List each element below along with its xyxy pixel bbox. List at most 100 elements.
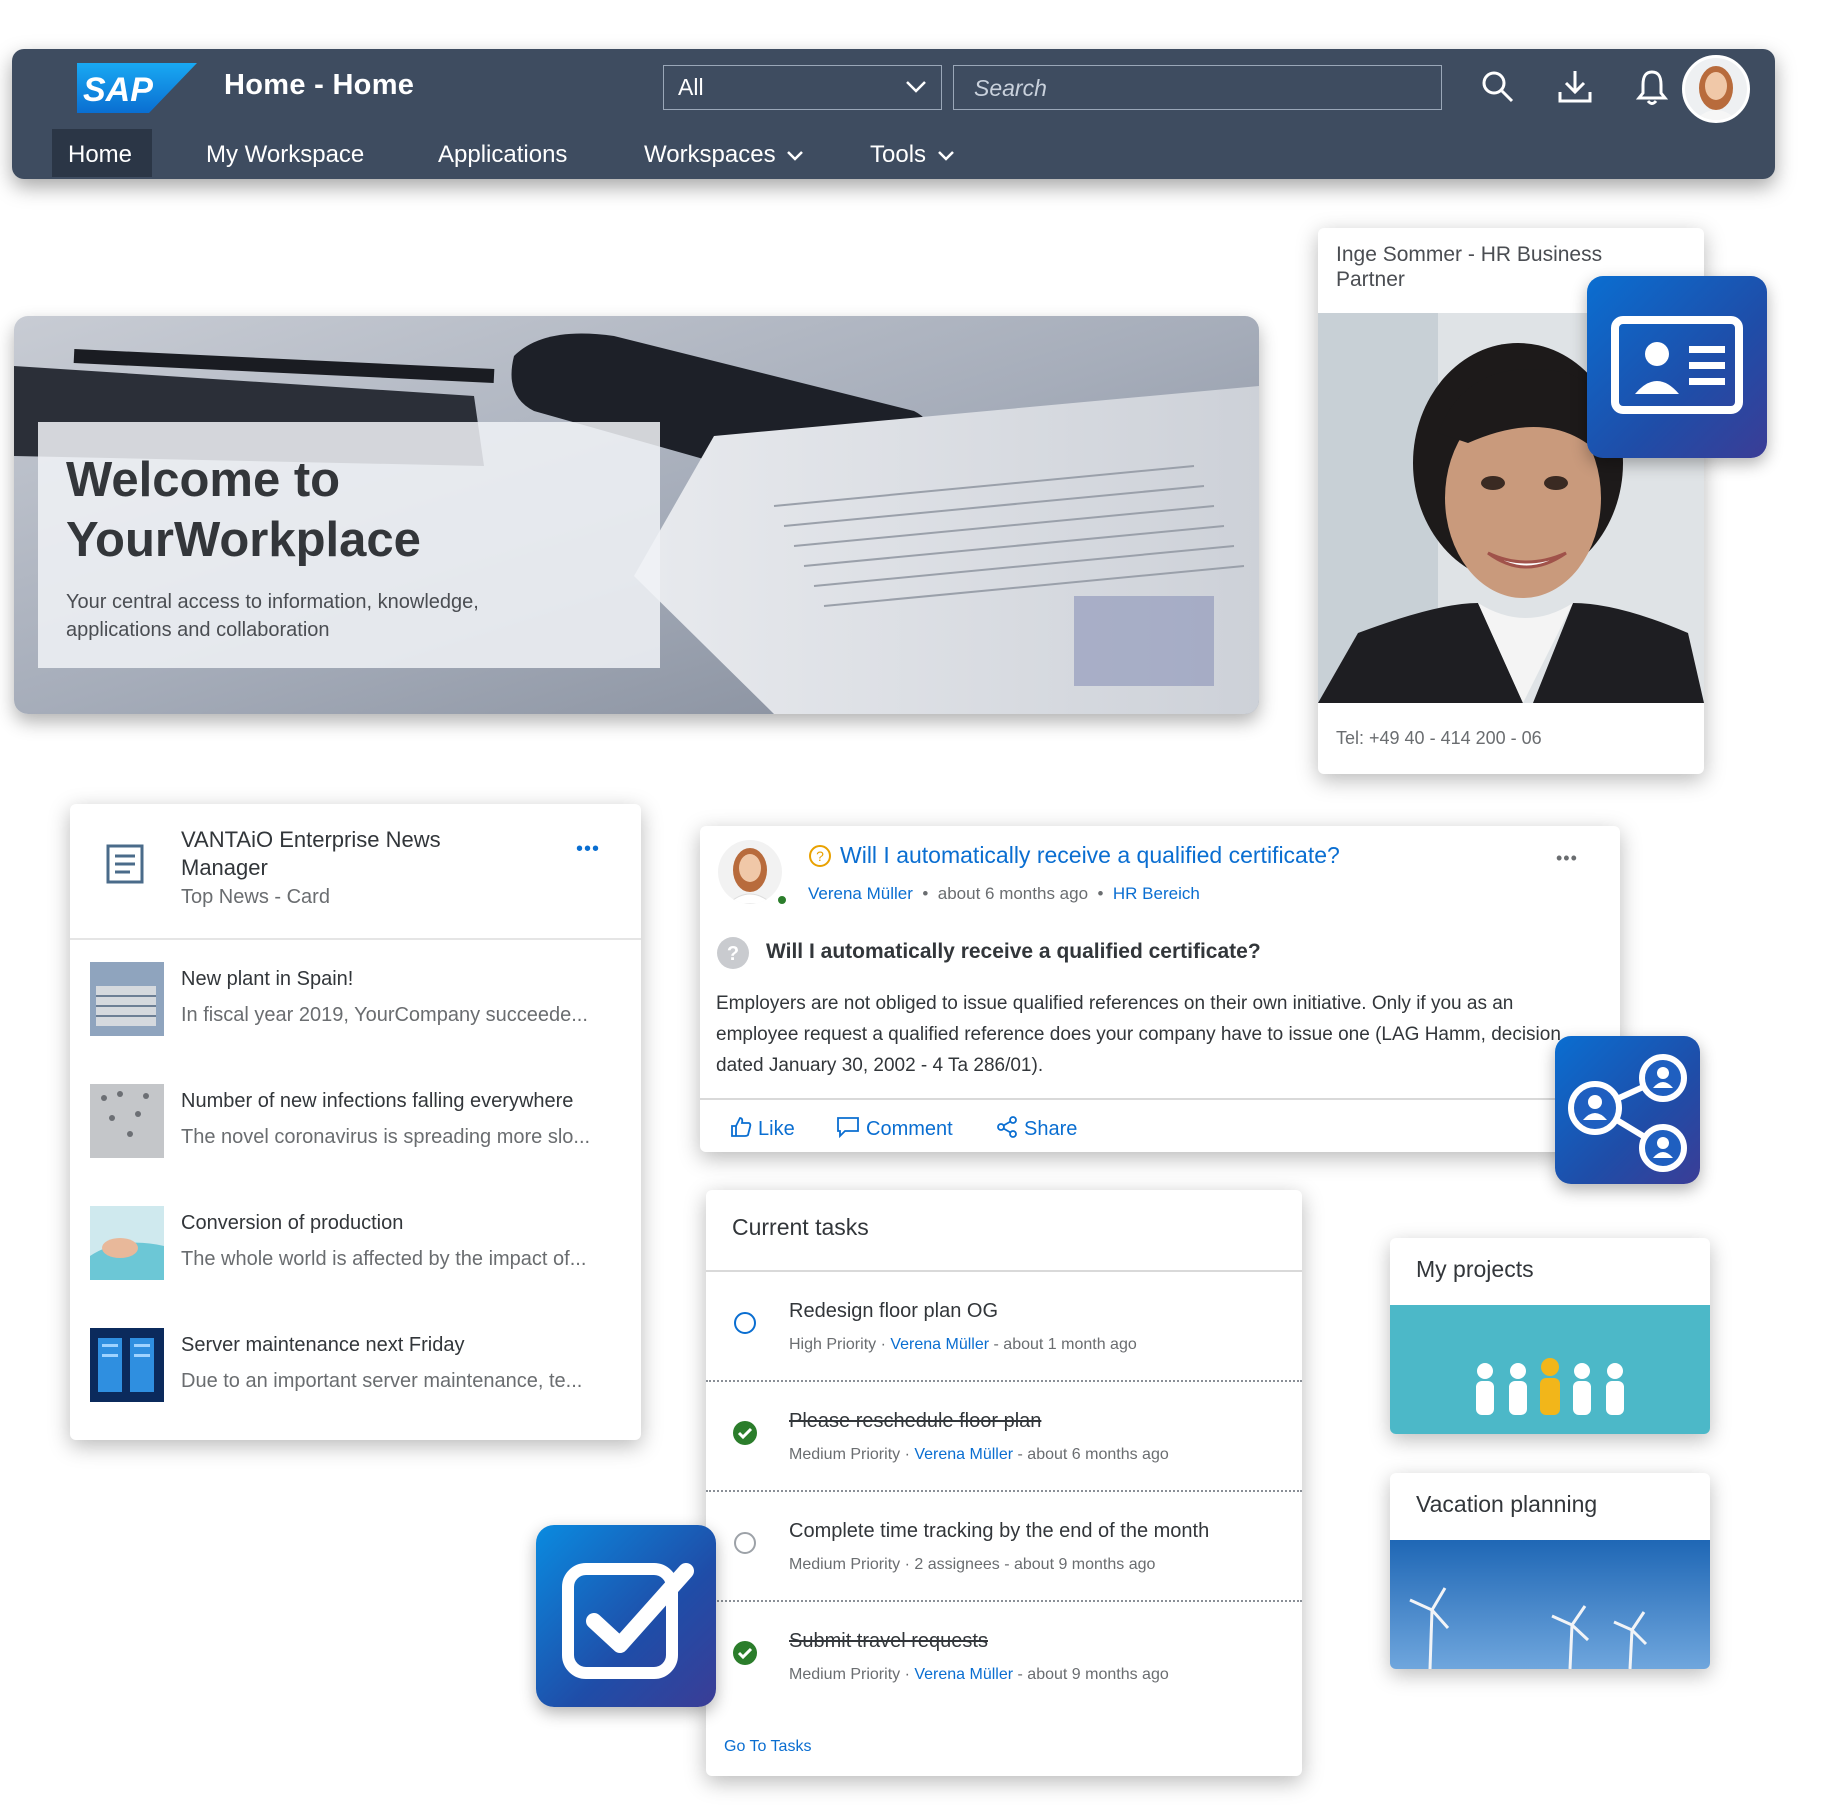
chevron-down-icon	[787, 151, 804, 161]
news-teaser: The novel coronavirus is spreading more …	[181, 1126, 591, 1148]
welcome-title: Welcome to YourWorkplace	[66, 453, 421, 567]
checkbox-icon	[536, 1525, 716, 1707]
search-scope-select[interactable]: All	[663, 65, 942, 110]
search-placeholder: Search	[974, 75, 1047, 101]
task-priority: Medium Priority	[789, 1446, 901, 1463]
projects-image	[1390, 1305, 1710, 1434]
search-scope-value: All	[678, 74, 704, 100]
share-icon	[997, 1116, 1017, 1138]
news-headline: Number of new infections falling everywh…	[181, 1090, 574, 1112]
group-link[interactable]: HR Bereich	[1113, 884, 1200, 903]
news-teaser: In fiscal year 2019, YourCompany succeed…	[181, 1004, 588, 1026]
task-item[interactable]: Please reschedule floor plan Medium Prio…	[706, 1382, 1302, 1492]
task-item[interactable]: Submit travel requests Medium Priority ·…	[706, 1602, 1302, 1712]
author-avatar[interactable]	[718, 840, 782, 904]
vacation-planning-tile[interactable]: Vacation planning	[1390, 1473, 1710, 1669]
welcome-panel: Welcome to YourWorkplace Your central ac…	[38, 422, 660, 668]
task-time: about 1 month ago	[1003, 1336, 1137, 1353]
comment-button[interactable]: Comment	[836, 1116, 953, 1141]
task-meta: High Priority · Verena Müller - about 1 …	[789, 1336, 1137, 1353]
news-item[interactable]: Number of new infections falling everywh…	[90, 1084, 630, 1184]
task-item[interactable]: Complete time tracking by the end of the…	[706, 1492, 1302, 1602]
task-time: about 9 months ago	[1013, 1556, 1156, 1573]
nav-tools-label: Tools	[870, 141, 927, 168]
divider	[70, 938, 641, 940]
task-priority: High Priority	[789, 1336, 877, 1353]
welcome-banner: Welcome to YourWorkplace Your central ac…	[14, 316, 1259, 714]
task-title: Redesign floor plan OG	[789, 1300, 999, 1322]
task-time: about 6 months ago	[1027, 1446, 1169, 1463]
task-done-check-icon[interactable]	[732, 1420, 758, 1446]
social-network-icon	[1555, 1036, 1700, 1184]
task-title: Please reschedule floor plan	[789, 1410, 1042, 1432]
share-label: Share	[1024, 1118, 1078, 1140]
more-icon[interactable]: •••	[576, 838, 600, 861]
tile-title: My projects	[1416, 1256, 1534, 1282]
news-item[interactable]: New plant in Spain! In fiscal year 2019,…	[90, 962, 630, 1062]
post-heading: Will I automatically receive a qualified…	[766, 940, 1261, 963]
question-icon: ?	[809, 845, 831, 867]
task-assignee[interactable]: Verena Müller	[890, 1336, 989, 1353]
chevron-down-icon	[906, 81, 926, 93]
author-link[interactable]: Verena Müller	[808, 884, 913, 903]
news-thumbnail	[90, 1328, 164, 1402]
news-card-title: VANTAiO Enterprise News Manager	[181, 827, 441, 880]
comment-icon	[837, 1117, 859, 1139]
nav-home[interactable]: Home	[52, 129, 152, 177]
comment-label: Comment	[866, 1118, 953, 1140]
task-priority: Medium Priority	[789, 1666, 901, 1683]
news-item[interactable]: Server maintenance next Friday Due to an…	[90, 1328, 630, 1428]
nav-workspaces[interactable]: Workspaces	[644, 129, 804, 177]
welcome-subtitle: Your central access to information, know…	[66, 591, 479, 641]
news-headline: Server maintenance next Friday	[181, 1334, 465, 1356]
task-title: Complete time tracking by the end of the…	[789, 1520, 1210, 1542]
like-button[interactable]: Like	[730, 1116, 795, 1141]
task-item[interactable]: Redesign floor plan OG High Priority · V…	[706, 1272, 1302, 1382]
tile-title: Vacation planning	[1416, 1491, 1598, 1517]
shell-header: SAP Home - Home All Search Home My Works…	[12, 49, 1775, 179]
my-projects-tile[interactable]: My projects	[1390, 1238, 1710, 1434]
news-teaser: The whole world is affected by the impac…	[181, 1248, 587, 1270]
nav-my-workspace[interactable]: My Workspace	[206, 129, 364, 177]
thumbs-up-icon	[731, 1117, 752, 1137]
chevron-down-icon	[937, 151, 954, 161]
go-to-tasks-link[interactable]: Go To Tasks	[724, 1738, 811, 1756]
tasks-card: Current tasks Redesign floor plan OG Hig…	[706, 1190, 1302, 1776]
task-meta: Medium Priority · Verena Müller - about …	[789, 1446, 1169, 1463]
post-title-link[interactable]: Will I automatically receive a qualified…	[840, 842, 1340, 869]
news-headline: Conversion of production	[181, 1212, 404, 1234]
task-meta: Medium Priority · 2 assignees - about 9 …	[789, 1556, 1156, 1573]
online-status-dot	[776, 894, 788, 906]
task-meta: Medium Priority · Verena Müller - about …	[789, 1666, 1169, 1683]
like-label: Like	[758, 1118, 795, 1140]
contact-card-icon	[1587, 276, 1767, 458]
news-teaser: Due to an important server maintenance, …	[181, 1370, 583, 1392]
shell-title: Home - Home	[224, 69, 415, 101]
news-thumbnail	[90, 1084, 164, 1158]
bell-icon[interactable]	[1632, 67, 1672, 107]
sap-logo[interactable]: SAP	[77, 63, 197, 113]
vacation-image	[1390, 1540, 1710, 1669]
contact-phone[interactable]: Tel: +49 40 - 414 200 - 06	[1336, 728, 1542, 749]
svg-text:?: ?	[727, 943, 739, 965]
share-button[interactable]: Share	[996, 1116, 1077, 1141]
task-done-check-icon[interactable]	[732, 1640, 758, 1666]
task-open-radio[interactable]	[732, 1530, 758, 1556]
nav-tools[interactable]: Tools	[870, 129, 955, 177]
news-thumbnail	[90, 962, 164, 1036]
feed-post-card: ? Will I automatically receive a qualifi…	[700, 826, 1620, 1152]
download-icon[interactable]	[1555, 67, 1595, 107]
nav-workspaces-label: Workspaces	[644, 141, 776, 168]
post-time: about 6 months ago	[937, 884, 1089, 903]
question-badge-icon: ?	[717, 937, 749, 969]
task-assignee[interactable]: Verena Müller	[914, 1666, 1013, 1683]
news-item[interactable]: Conversion of production The whole world…	[90, 1206, 630, 1306]
search-input[interactable]: Search	[953, 65, 1442, 110]
task-priority: Medium Priority	[789, 1556, 901, 1573]
task-open-radio[interactable]	[732, 1310, 758, 1336]
search-icon[interactable]	[1478, 67, 1518, 107]
user-avatar[interactable]	[1682, 55, 1750, 123]
task-assignee[interactable]: Verena Müller	[914, 1446, 1013, 1463]
nav-applications[interactable]: Applications	[438, 129, 567, 177]
more-icon[interactable]: •••	[1556, 848, 1578, 869]
